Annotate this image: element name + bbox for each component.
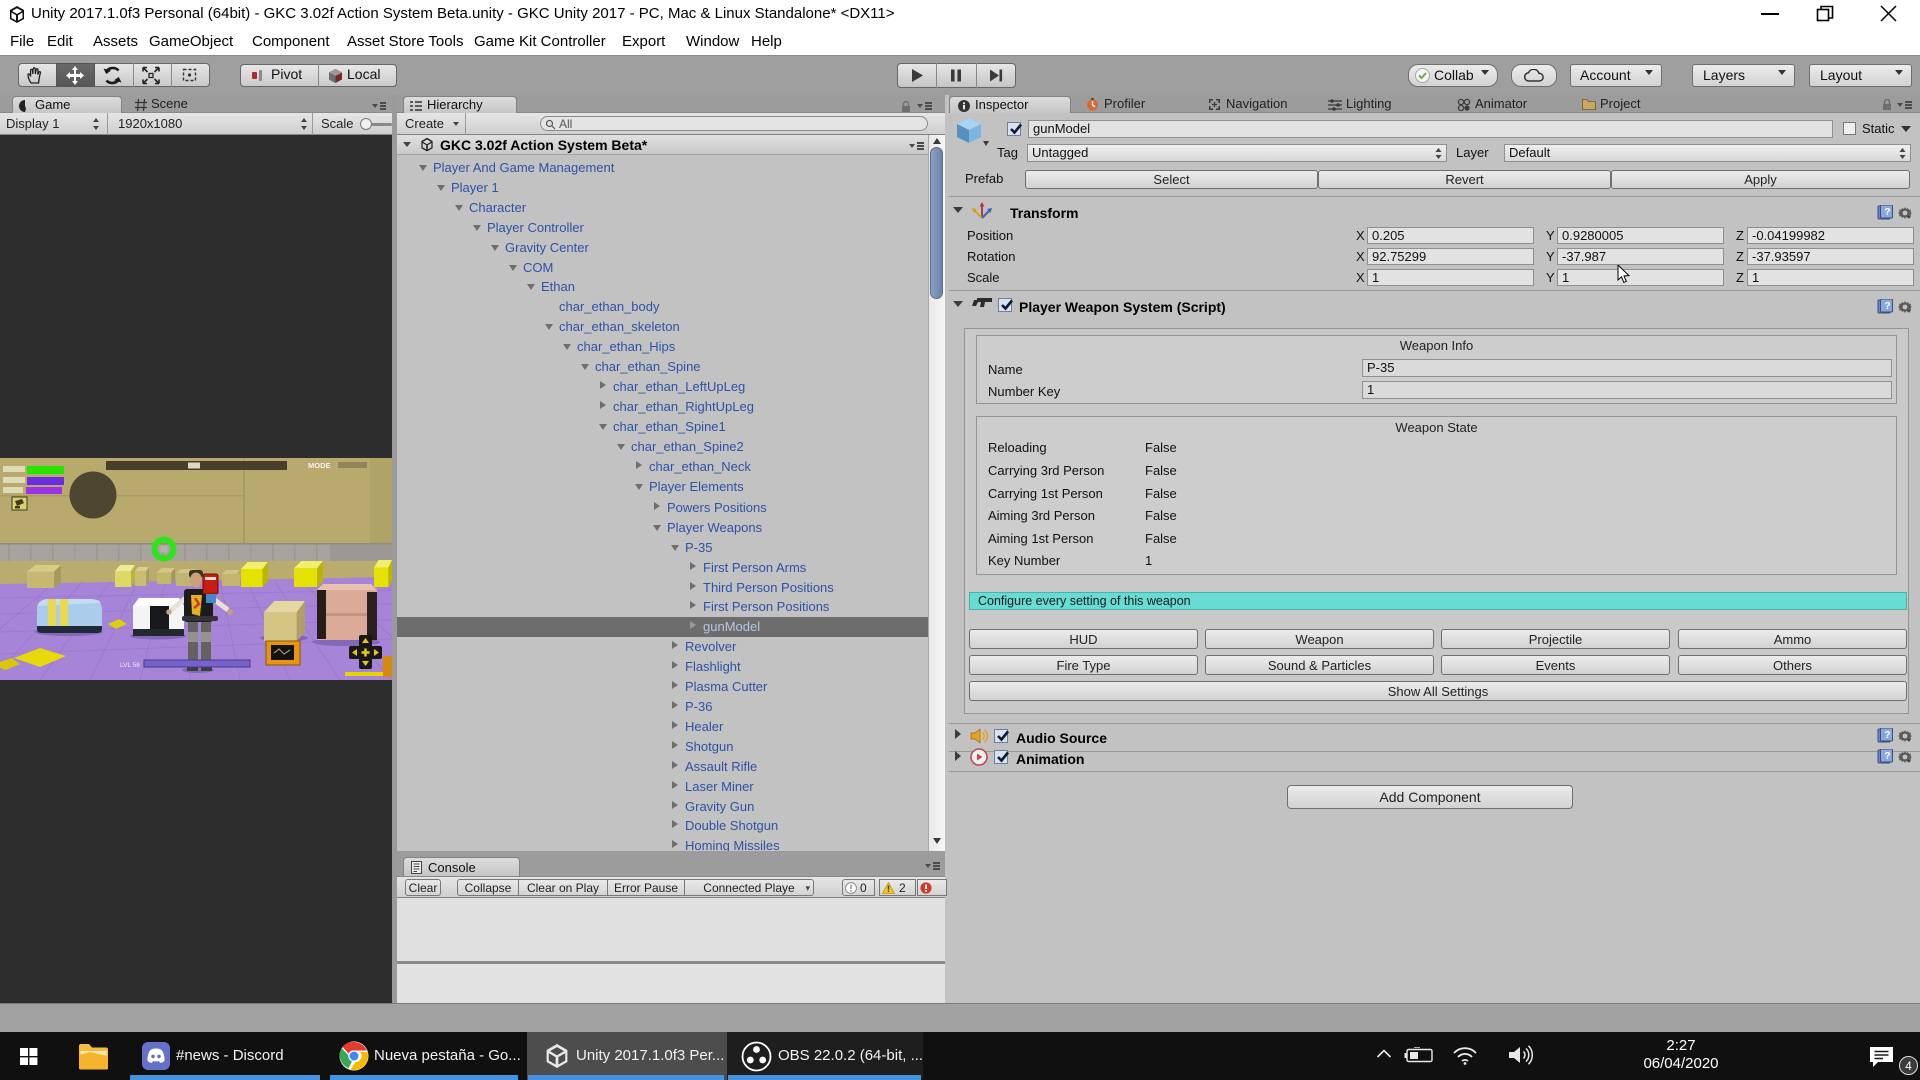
svg-text:?: ? [1885,730,1891,741]
svg-text:?: ? [1885,301,1891,312]
svg-text:?: ? [1885,751,1891,762]
svg-text:?: ? [1885,207,1891,218]
svg-text:LVL 58: LVL 58 [120,662,140,669]
svg-text:MODE: MODE [308,461,331,470]
